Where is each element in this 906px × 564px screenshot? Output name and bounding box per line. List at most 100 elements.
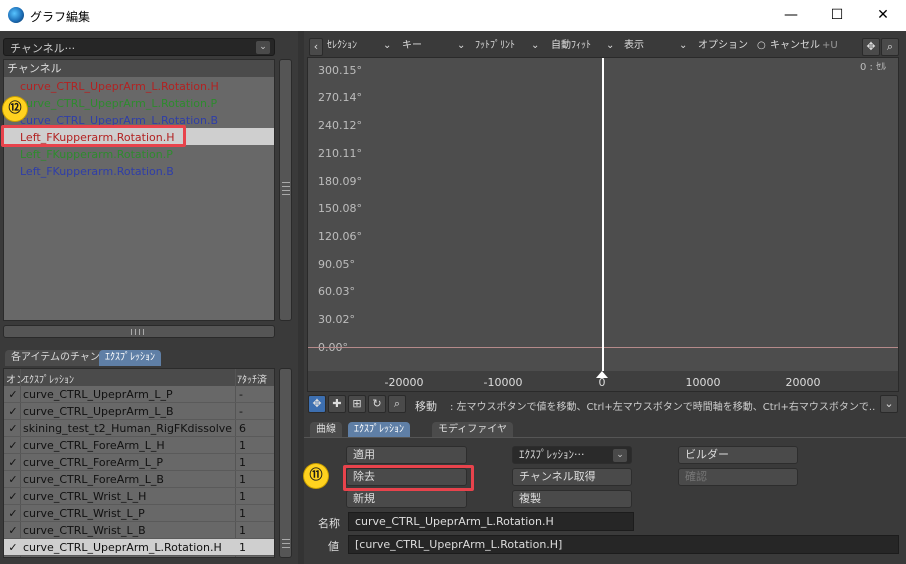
chevron-down-icon[interactable]: ⌄: [880, 395, 898, 413]
autofit-menu[interactable]: 自動ﾌｨｯﾄ: [551, 38, 591, 54]
name-field[interactable]: curve_CTRL_UpeprArm_L.Rotation.H: [348, 512, 634, 531]
tab-modifier[interactable]: モディファイヤ: [432, 422, 513, 438]
graph-canvas[interactable]: 300.15° 270.14° 240.12° 210.11° 180.09° …: [307, 57, 899, 392]
value-label: 値: [328, 540, 339, 553]
display-chevron-icon[interactable]: ⌄: [679, 38, 687, 54]
tool-mode-label: 移動: [415, 400, 437, 413]
key-menu[interactable]: キー: [402, 38, 422, 54]
maximize-button[interactable]: ☐: [814, 0, 860, 31]
display-menu[interactable]: 表示: [624, 38, 644, 54]
selection-menu[interactable]: ｾﾚｸｼｮﾝ: [327, 38, 357, 54]
x-axis-label: -20000: [384, 376, 424, 389]
table-row[interactable]: ✓ curve_CTRL_UpeprArm_L_B -: [4, 403, 274, 420]
check-icon[interactable]: ✓: [7, 488, 19, 505]
x-axis-label: 0: [598, 376, 606, 389]
confirm-button[interactable]: 確認: [678, 468, 798, 486]
scale-icon[interactable]: ⊞: [348, 395, 366, 413]
expression-table[interactable]: オン ｴｸｽﾌﾟﾚｯｼｮﾝ ｱﾀｯﾁ済 ✓ curve_CTRL_UpeprAr…: [3, 368, 275, 558]
autofit-chevron-icon[interactable]: ⌄: [606, 38, 614, 54]
check-icon[interactable]: ✓: [7, 539, 19, 556]
y-axis-label: 30.02°: [318, 313, 355, 326]
builder-button[interactable]: ビルダー: [678, 446, 798, 464]
zoom-icon[interactable]: ⌕: [881, 38, 899, 56]
expression-table-scrollbar[interactable]: [279, 368, 292, 558]
channel-item[interactable]: curve_CTRL_UpeprArm_L.Rotation.H: [20, 78, 219, 95]
channel-list-scrollbar[interactable]: [279, 59, 292, 321]
get-channel-button[interactable]: チャンネル取得: [512, 468, 632, 486]
table-row[interactable]: ✓ curve_CTRL_ForeArm_L_P 1: [4, 454, 274, 471]
table-row[interactable]: ✓ curve_CTRL_Wrist_L_B 1: [4, 522, 274, 539]
check-icon[interactable]: ✓: [7, 420, 19, 437]
time-cursor[interactable]: [602, 58, 604, 371]
y-axis-label: 60.03°: [318, 285, 355, 298]
window-title: グラフ編集: [30, 10, 91, 24]
check-icon[interactable]: ✓: [7, 403, 19, 420]
channel-item[interactable]: Left_FKupperarm.Rotation.B: [20, 163, 174, 180]
apply-button[interactable]: 適用: [346, 446, 467, 464]
graph-tool-bar: ✥ ✚ ⊞ ↻ ⌕ 移動 : 左マウスボタンで値を移動、Ctrl+左マウスボタン…: [307, 395, 899, 415]
table-row[interactable]: ✓ curve_CTRL_ForeArm_L_H 1: [4, 437, 274, 454]
channel-filter-dropdown[interactable]: チャンネル··· ⌄: [3, 38, 275, 56]
column-header-attached[interactable]: ｱﾀｯﾁ済: [237, 371, 267, 386]
check-icon[interactable]: ✓: [7, 386, 19, 403]
undo-u-button[interactable]: +U: [822, 38, 838, 54]
table-row-selected[interactable]: ✓ curve_CTRL_UpeprArm_L.Rotation.H 1: [4, 539, 274, 556]
selection-chevron-icon[interactable]: ⌄: [383, 38, 391, 54]
channel-list-hscrollbar[interactable]: [3, 325, 275, 338]
minimize-button[interactable]: —: [768, 0, 814, 31]
close-button[interactable]: ✕: [860, 0, 906, 31]
options-button[interactable]: オプション: [698, 38, 748, 54]
cancel-button[interactable]: キャンセル: [770, 38, 820, 54]
zoom-icon[interactable]: ⌕: [388, 395, 406, 413]
column-header-on[interactable]: オン: [6, 371, 26, 386]
y-axis-label: 180.09°: [318, 175, 362, 188]
cancel-dot-icon: ○: [757, 40, 766, 51]
new-button[interactable]: 新規: [346, 490, 467, 508]
table-row[interactable]: ✓ curve_CTRL_ForeArm_L_B 1: [4, 471, 274, 488]
table-row[interactable]: ✓ curve_CTRL_Wrist_L_P 1: [4, 505, 274, 522]
y-axis-label: 300.15°: [318, 64, 362, 77]
refresh-icon[interactable]: ↻: [368, 395, 386, 413]
y-axis-label: 150.08°: [318, 202, 362, 215]
footprint-chevron-icon[interactable]: ⌄: [531, 38, 539, 54]
y-axis-label: 270.14°: [318, 91, 362, 104]
app-icon: [8, 7, 24, 23]
move-icon[interactable]: ✥: [308, 395, 326, 413]
channel-list-header: チャンネル: [4, 60, 274, 77]
chevron-down-icon: ⌄: [256, 41, 270, 54]
duplicate-button[interactable]: 複製: [512, 490, 632, 508]
check-icon[interactable]: ✓: [7, 522, 19, 539]
tab-curve[interactable]: 曲線: [310, 422, 342, 438]
x-axis-label: 20000: [785, 376, 821, 389]
tab-expression[interactable]: ｴｸｽﾌﾟﾚｯｼｮﾝ: [348, 422, 410, 438]
chevron-down-icon: ⌄: [613, 449, 627, 462]
check-icon[interactable]: ✓: [7, 437, 19, 454]
channel-list[interactable]: チャンネル curve_CTRL_UpeprArm_L.Rotation.H c…: [3, 59, 275, 321]
table-row[interactable]: ✓ curve_CTRL_Wrist_L_H 1: [4, 488, 274, 505]
pan-icon[interactable]: ✥: [862, 38, 880, 56]
expression-dropdown[interactable]: ｴｸｽﾌﾟﾚｯｼｮﾝ··· ⌄: [512, 446, 632, 464]
tool-hint-text: : 左マウスボタンで値を移動、Ctrl+左マウスボタンで時間軸を移動、Ctrl+…: [450, 402, 875, 413]
add-key-icon[interactable]: ✚: [328, 395, 346, 413]
key-chevron-icon[interactable]: ⌄: [457, 38, 465, 54]
channel-item[interactable]: Left_FKupperarm.Rotation.P: [20, 146, 173, 163]
tab-expressions[interactable]: ｴｸｽﾌﾟﾚｯｼｮﾝ: [99, 350, 161, 366]
title-bar: グラフ編集 — ☐ ✕: [0, 0, 906, 31]
footprint-menu[interactable]: ﾌｯﾄﾌﾟﾘﾝﾄ: [475, 38, 515, 54]
check-icon[interactable]: ✓: [7, 505, 19, 522]
highlight-box-channel: [1, 125, 186, 147]
check-icon[interactable]: ✓: [7, 471, 19, 488]
table-row[interactable]: ✓ curve_CTRL_UpeprArm_L_P -: [4, 386, 274, 403]
column-header-expression[interactable]: ｴｸｽﾌﾟﾚｯｼｮﾝ: [24, 371, 74, 386]
frame-readout: 0 : ｾﾙ: [860, 62, 887, 73]
name-label: 名称: [318, 517, 340, 530]
x-axis-label: -10000: [483, 376, 523, 389]
check-icon[interactable]: ✓: [7, 454, 19, 471]
y-axis-label: 120.06°: [318, 230, 362, 243]
back-arrow-icon[interactable]: ‹: [309, 38, 323, 56]
value-field[interactable]: [curve_CTRL_UpeprArm_L.Rotation.H]: [348, 535, 899, 554]
table-row[interactable]: ✓ skining_test_t2_Human_RigFKdissolve 6: [4, 420, 274, 437]
annotation-badge-11: ⑪: [304, 464, 328, 488]
y-axis-label: 240.12°: [318, 119, 362, 132]
channel-item[interactable]: curve_CTRL_UpeprArm_L.Rotation.P: [20, 95, 217, 112]
